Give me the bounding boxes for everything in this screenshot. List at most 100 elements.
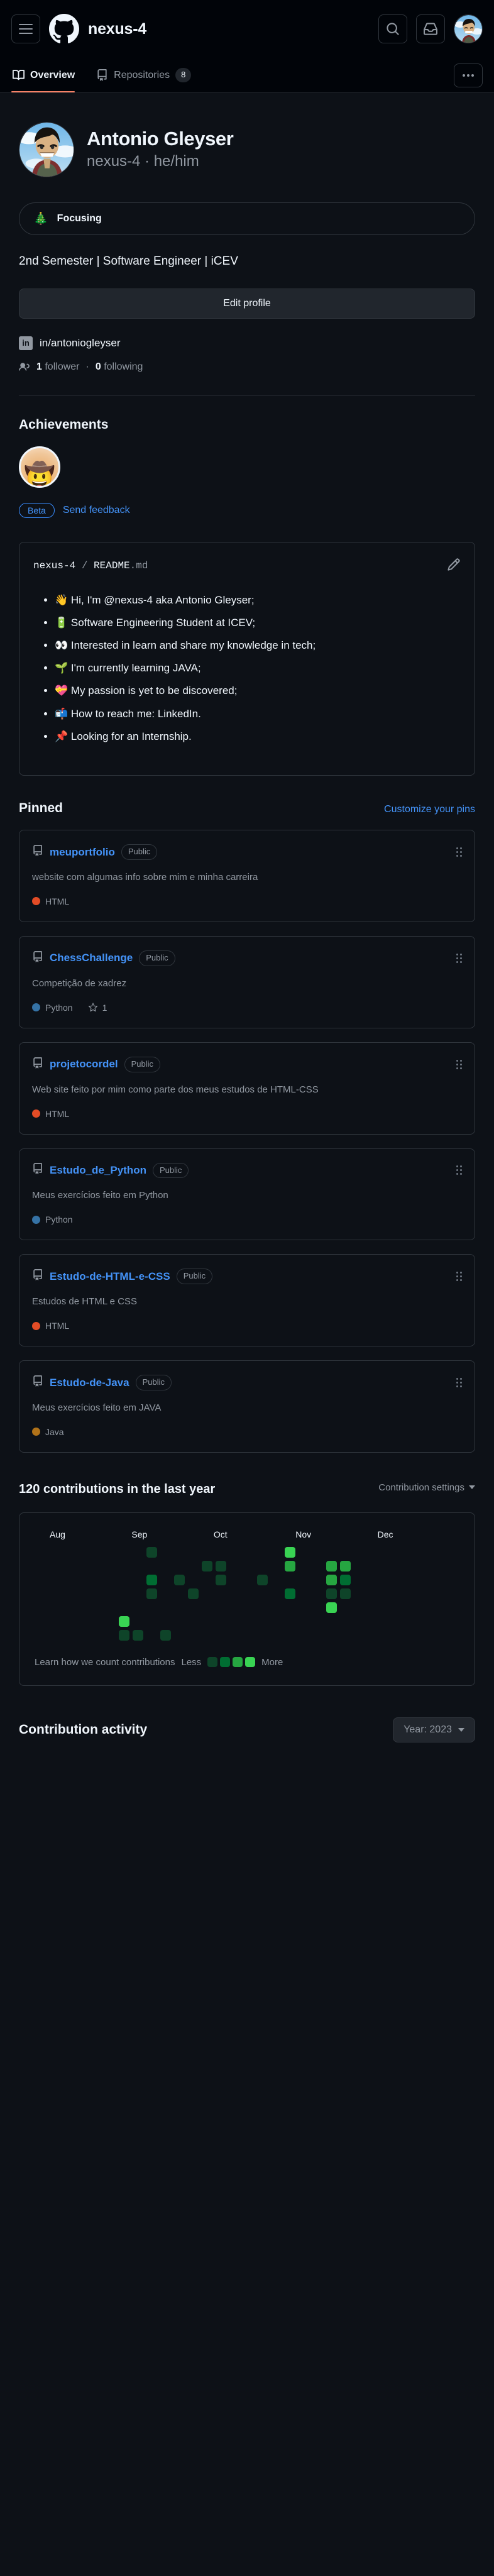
contribution-day-cell[interactable] xyxy=(326,1630,337,1641)
contribution-day-cell[interactable] xyxy=(133,1629,143,1641)
contribution-day-cell[interactable] xyxy=(299,1547,309,1558)
tab-repositories[interactable]: Repositories 8 xyxy=(95,58,200,92)
profile-avatar[interactable] xyxy=(19,122,74,177)
contribution-day-cell[interactable] xyxy=(229,1575,240,1585)
pinned-repo-card[interactable]: Estudo_de_Python Public Meus exercícios fe… xyxy=(19,1148,475,1241)
contribution-day-cell[interactable] xyxy=(77,1616,88,1627)
contribution-day-cell[interactable] xyxy=(50,1588,60,1599)
contribution-day-cell[interactable] xyxy=(326,1547,337,1558)
contribution-day-cell[interactable] xyxy=(216,1602,226,1613)
pinned-repo-card[interactable]: Estudo-de-Java Public Meus exercícios feit… xyxy=(19,1360,475,1453)
hamburger-menu-icon[interactable] xyxy=(11,14,40,43)
send-feedback-link[interactable]: Send feedback xyxy=(63,505,130,516)
contribution-day-cell[interactable] xyxy=(202,1616,212,1627)
contribution-day-cell[interactable] xyxy=(105,1561,116,1571)
contribution-day-cell[interactable] xyxy=(174,1588,185,1599)
contribution-day-cell[interactable] xyxy=(243,1602,254,1613)
contribution-day-cell[interactable] xyxy=(299,1588,309,1599)
contribution-day-cell[interactable] xyxy=(326,1560,337,1571)
contribution-day-cell[interactable] xyxy=(326,1574,337,1585)
contribution-day-cell[interactable] xyxy=(312,1602,323,1613)
contribution-day-cell[interactable] xyxy=(271,1588,282,1599)
drag-handle-icon[interactable] xyxy=(456,1059,462,1069)
contribution-day-cell[interactable] xyxy=(257,1602,268,1613)
contribution-day-cell[interactable] xyxy=(146,1561,157,1571)
contribution-day-cell[interactable] xyxy=(312,1575,323,1585)
contribution-day-cell[interactable] xyxy=(77,1561,88,1571)
contribution-day-cell[interactable] xyxy=(312,1616,323,1627)
contribution-day-cell[interactable] xyxy=(77,1575,88,1585)
customize-pins-link[interactable]: Customize your pins xyxy=(384,804,475,815)
contribution-day-cell[interactable] xyxy=(188,1588,199,1599)
contribution-day-cell[interactable] xyxy=(133,1561,143,1571)
contribution-day-cell[interactable] xyxy=(105,1602,116,1613)
contribution-day-cell[interactable] xyxy=(188,1616,199,1627)
contribution-day-cell[interactable] xyxy=(105,1547,116,1558)
repo-stars[interactable]: 1 xyxy=(87,1002,107,1013)
contribution-day-cell[interactable] xyxy=(216,1547,226,1558)
contribution-day-cell[interactable] xyxy=(174,1574,185,1585)
contribution-day-cell[interactable] xyxy=(229,1602,240,1613)
contribution-day-cell[interactable] xyxy=(326,1588,337,1599)
contribution-day-cell[interactable] xyxy=(133,1575,143,1585)
contribution-day-cell[interactable] xyxy=(119,1547,129,1558)
contribution-day-cell[interactable] xyxy=(257,1630,268,1641)
contribution-day-cell[interactable] xyxy=(285,1602,295,1613)
contribution-day-cell[interactable] xyxy=(105,1588,116,1599)
contribution-day-cell[interactable] xyxy=(271,1616,282,1627)
contribution-day-cell[interactable] xyxy=(133,1616,143,1627)
contribution-day-cell[interactable] xyxy=(91,1616,102,1627)
contribution-day-cell[interactable] xyxy=(174,1602,185,1613)
contribution-day-cell[interactable] xyxy=(202,1602,212,1613)
contribution-day-cell[interactable] xyxy=(285,1546,295,1558)
contribution-day-cell[interactable] xyxy=(312,1630,323,1641)
pinned-repo-card[interactable]: Estudo-de-HTML-e-CSS Public Estudos de HTM… xyxy=(19,1254,475,1347)
contribution-day-cell[interactable] xyxy=(160,1547,171,1558)
edit-readme-pencil-icon[interactable] xyxy=(447,558,461,575)
contribution-day-cell[interactable] xyxy=(63,1630,74,1641)
github-mark-icon[interactable] xyxy=(49,14,79,44)
contribution-day-cell[interactable] xyxy=(50,1630,60,1641)
contribution-day-cell[interactable] xyxy=(146,1546,157,1558)
contribution-day-cell[interactable] xyxy=(326,1616,337,1627)
contribution-day-cell[interactable] xyxy=(202,1588,212,1599)
contribution-day-cell[interactable] xyxy=(119,1588,129,1599)
following-link[interactable]: 0 following xyxy=(96,361,143,373)
learn-contributions-link[interactable]: Learn how we count contributions xyxy=(35,1657,175,1668)
header-username[interactable]: nexus-4 xyxy=(88,20,146,38)
contribution-day-cell[interactable] xyxy=(243,1561,254,1571)
contribution-day-cell[interactable] xyxy=(285,1588,295,1599)
contribution-day-cell[interactable] xyxy=(50,1575,60,1585)
contribution-day-cell[interactable] xyxy=(285,1575,295,1585)
year-selector-button[interactable]: Year: 2023 xyxy=(393,1717,475,1742)
readme-filename[interactable]: README xyxy=(94,560,130,571)
pinned-repo-name[interactable]: ChessChallenge xyxy=(50,952,133,964)
contribution-day-cell[interactable] xyxy=(160,1588,171,1599)
contribution-day-cell[interactable] xyxy=(174,1547,185,1558)
contribution-day-cell[interactable] xyxy=(216,1616,226,1627)
contribution-day-cell[interactable] xyxy=(119,1602,129,1613)
contribution-day-cell[interactable] xyxy=(188,1547,199,1558)
contribution-day-cell[interactable] xyxy=(50,1602,60,1613)
pinned-repo-name[interactable]: Estudo-de-HTML-e-CSS xyxy=(50,1270,170,1283)
contribution-day-cell[interactable] xyxy=(243,1588,254,1599)
drag-handle-icon[interactable] xyxy=(456,847,462,857)
contribution-day-cell[interactable] xyxy=(91,1575,102,1585)
followers-link[interactable]: 1 follower xyxy=(36,361,80,373)
contribution-day-cell[interactable] xyxy=(340,1616,351,1627)
contribution-day-cell[interactable] xyxy=(146,1630,157,1641)
social-link-linkedin[interactable]: in in/antoniogleyser xyxy=(19,336,475,350)
contribution-day-cell[interactable] xyxy=(271,1630,282,1641)
contribution-day-cell[interactable] xyxy=(202,1560,212,1571)
contribution-day-cell[interactable] xyxy=(216,1630,226,1641)
contribution-day-cell[interactable] xyxy=(91,1602,102,1613)
contribution-day-cell[interactable] xyxy=(105,1575,116,1585)
contribution-day-cell[interactable] xyxy=(271,1561,282,1571)
contribution-day-cell[interactable] xyxy=(188,1561,199,1571)
contribution-day-cell[interactable] xyxy=(188,1575,199,1585)
contribution-day-cell[interactable] xyxy=(77,1602,88,1613)
contribution-day-cell[interactable] xyxy=(105,1616,116,1627)
contribution-settings-button[interactable]: Contribution settings xyxy=(378,1480,475,1493)
contribution-day-cell[interactable] xyxy=(174,1561,185,1571)
contribution-day-cell[interactable] xyxy=(299,1602,309,1613)
